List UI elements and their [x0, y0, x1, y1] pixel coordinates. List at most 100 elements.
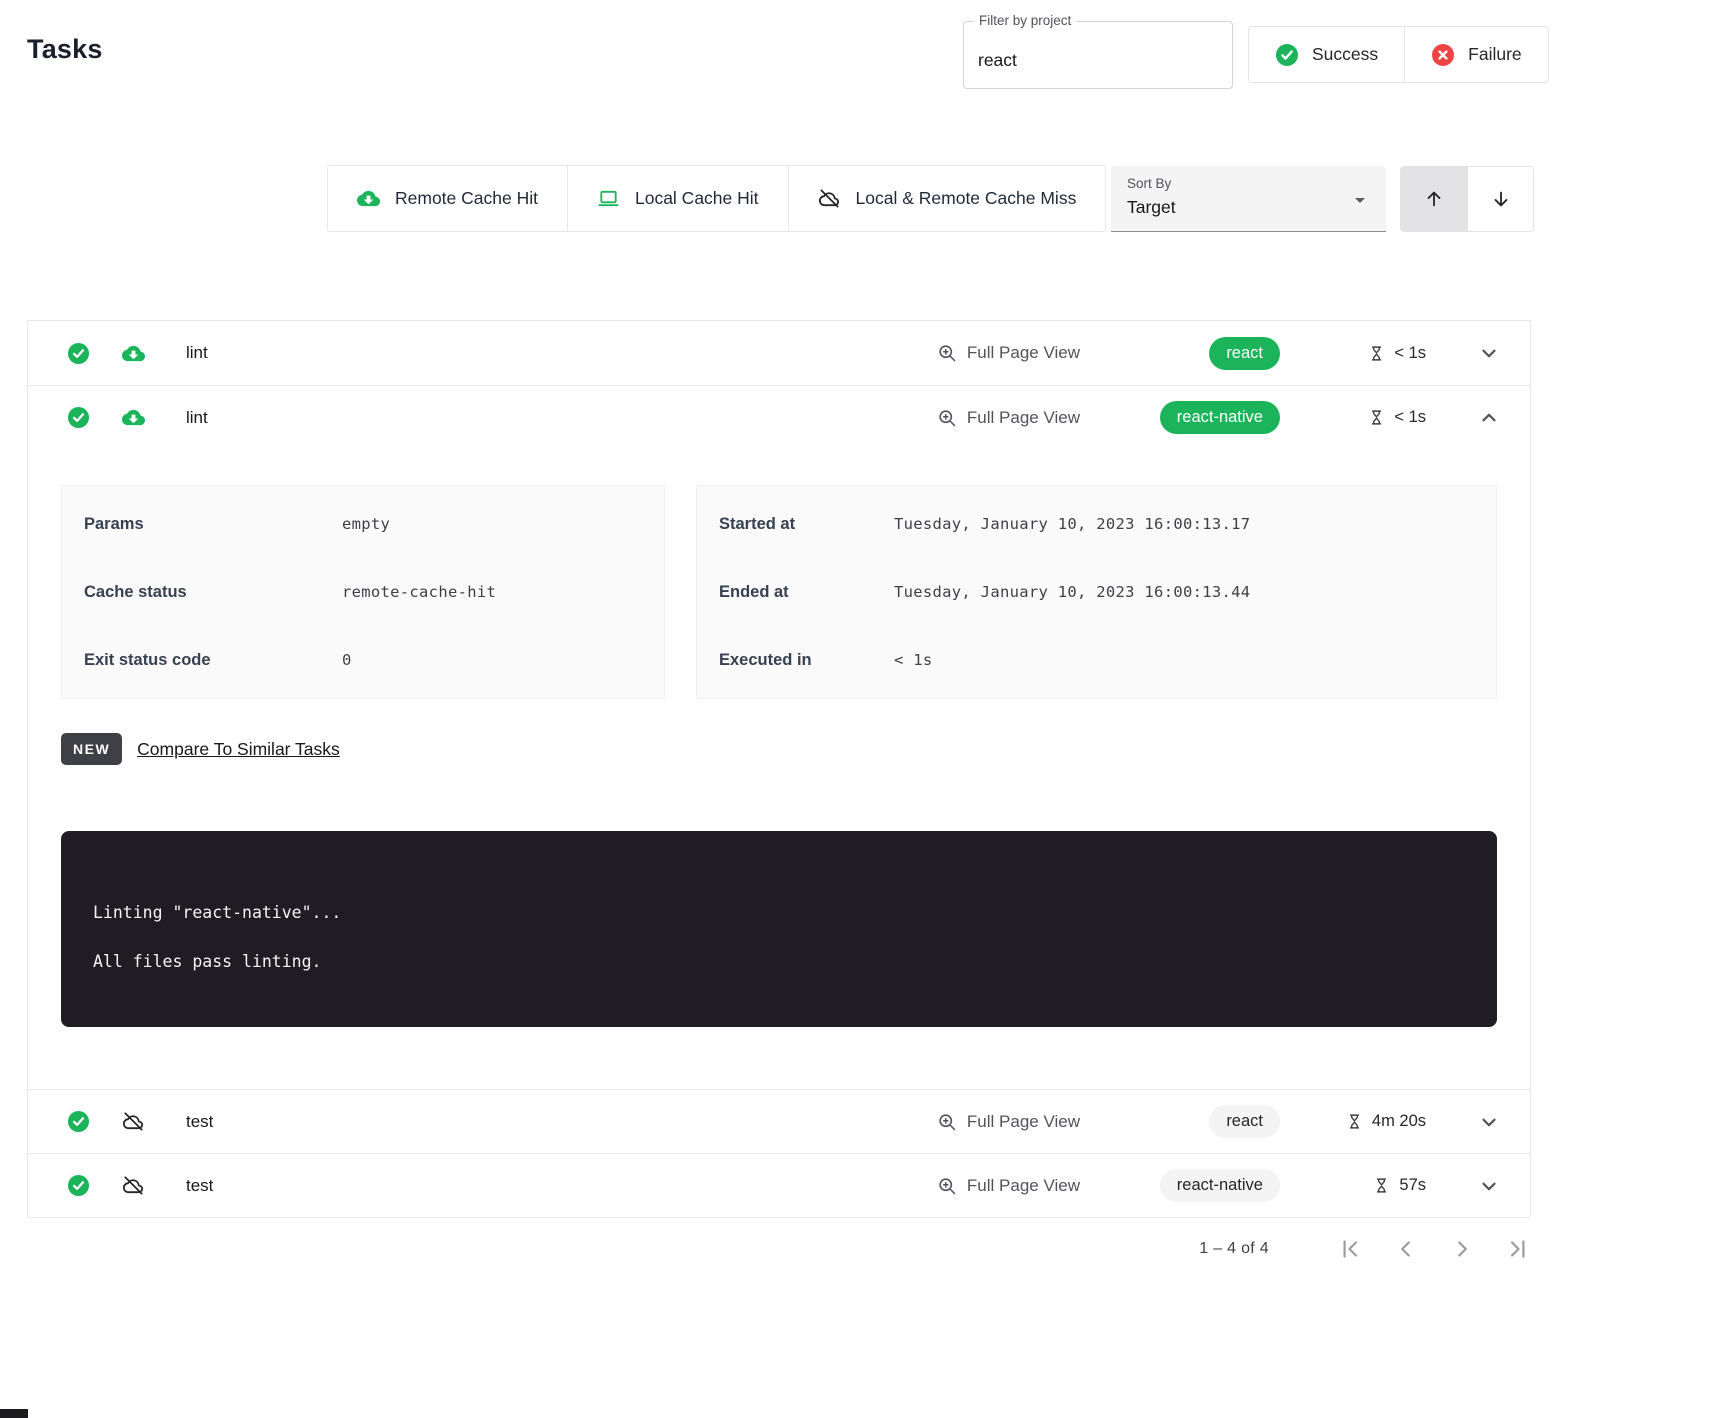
task-target-label: lint: [186, 408, 208, 428]
cache-miss-filter-button[interactable]: Local & Remote Cache Miss: [788, 166, 1106, 231]
task-target-label: test: [186, 1112, 213, 1132]
task-timing-panel: Started at Tuesday, January 10, 2023 16:…: [696, 485, 1497, 699]
arrow-up-icon: [1423, 188, 1445, 210]
sort-by-label: Sort By: [1127, 176, 1171, 191]
cloud-off-icon: [122, 1174, 145, 1197]
full-page-view-link[interactable]: Full Page View: [937, 408, 1080, 428]
task-duration: < 1s: [1298, 344, 1426, 363]
task-row-test-react: test Full Page View react 4m 20s: [28, 1089, 1530, 1153]
full-page-view-link[interactable]: Full Page View: [937, 1112, 1080, 1132]
project-badge: react-native: [1160, 1169, 1280, 1202]
project-filter-field: Filter by project: [963, 21, 1233, 89]
chevron-up-icon[interactable]: [1478, 407, 1500, 429]
new-badge: NEW: [61, 733, 122, 765]
project-filter-label: Filter by project: [974, 13, 1076, 28]
terminal-line: Linting "react-native"...: [93, 903, 1477, 922]
cloud-arrow-down-icon: [122, 406, 145, 429]
remote-cache-hit-label: Remote Cache Hit: [395, 188, 538, 209]
pagination: 1 – 4 of 4: [27, 1226, 1533, 1272]
zoom-in-icon: [937, 1176, 957, 1196]
full-page-view-label: Full Page View: [967, 343, 1080, 363]
check-circle-icon: [1275, 43, 1299, 67]
local-cache-hit-label: Local Cache Hit: [635, 188, 759, 209]
task-duration: < 1s: [1298, 408, 1426, 427]
chevron-down-icon[interactable]: [1478, 1175, 1500, 1197]
chevron-down-icon[interactable]: [1478, 1111, 1500, 1133]
failure-filter-label: Failure: [1468, 44, 1522, 65]
task-list: lint Full Page View react < 1s: [27, 320, 1531, 1218]
task-row-test-react-native: test Full Page View react-native 57s: [28, 1153, 1530, 1217]
check-circle-icon: [67, 342, 90, 365]
task-duration-label: < 1s: [1394, 344, 1426, 363]
laptop-icon: [597, 187, 620, 210]
remote-cache-hit-filter-button[interactable]: Remote Cache Hit: [328, 166, 567, 231]
ended-at-value: Tuesday, January 10, 2023 16:00:13.44: [894, 583, 1250, 601]
success-filter-button[interactable]: Success: [1249, 27, 1404, 82]
pagination-range: 1 – 4 of 4: [1199, 1240, 1269, 1258]
sort-by-select[interactable]: Sort By Target: [1111, 166, 1386, 232]
recording-progress-artifact: [0, 1409, 28, 1418]
page-title: Tasks: [27, 34, 103, 65]
task-row-header[interactable]: lint Full Page View react < 1s: [28, 321, 1530, 385]
terminal-line: All files pass linting.: [93, 952, 1477, 971]
caret-down-icon: [1348, 188, 1372, 212]
zoom-in-icon: [937, 1112, 957, 1132]
task-details: Params empty Cache status remote-cache-h…: [28, 485, 1530, 1089]
executed-in-label: Executed in: [719, 651, 894, 670]
terminal-output: Linting "react-native"... All files pass…: [61, 831, 1497, 1027]
task-row-header[interactable]: test Full Page View react 4m 20s: [28, 1089, 1530, 1153]
project-badge: react: [1209, 337, 1280, 370]
hourglass-icon: [1373, 1177, 1390, 1194]
first-page-icon[interactable]: [1335, 1234, 1365, 1264]
failure-filter-button[interactable]: Failure: [1404, 27, 1548, 82]
started-at-label: Started at: [719, 515, 894, 534]
task-target-label: test: [186, 1176, 213, 1196]
full-page-view-label: Full Page View: [967, 1176, 1080, 1196]
chevron-down-icon[interactable]: [1478, 342, 1500, 364]
task-duration-label: 57s: [1399, 1176, 1426, 1195]
exit-status-code-label: Exit status code: [84, 651, 342, 670]
task-row-header[interactable]: lint Full Page View react-native < 1s: [28, 385, 1530, 449]
task-duration: 57s: [1298, 1176, 1426, 1195]
x-circle-icon: [1431, 43, 1455, 67]
task-params-panel: Params empty Cache status remote-cache-h…: [61, 485, 665, 699]
full-page-view-label: Full Page View: [967, 1112, 1080, 1132]
sort-ascending-button[interactable]: [1401, 167, 1467, 231]
chevron-left-icon[interactable]: [1391, 1234, 1421, 1264]
params-label: Params: [84, 515, 342, 534]
executed-in-value: < 1s: [894, 651, 933, 669]
full-page-view-link[interactable]: Full Page View: [937, 1176, 1080, 1196]
project-filter-input[interactable]: [970, 46, 1220, 75]
task-row-header[interactable]: test Full Page View react-native 57s: [28, 1153, 1530, 1217]
task-duration-label: 4m 20s: [1372, 1112, 1426, 1131]
last-page-icon[interactable]: [1503, 1234, 1533, 1264]
cache-status-value: remote-cache-hit: [342, 583, 496, 601]
project-badge: react: [1209, 1105, 1280, 1138]
hourglass-icon: [1346, 1113, 1363, 1130]
zoom-in-icon: [937, 408, 957, 428]
ended-at-label: Ended at: [719, 583, 894, 602]
project-badge: react-native: [1160, 401, 1280, 434]
check-circle-icon: [67, 1110, 90, 1133]
task-row-lint-react: lint Full Page View react < 1s: [28, 321, 1530, 385]
check-circle-icon: [67, 406, 90, 429]
started-at-value: Tuesday, January 10, 2023 16:00:13.17: [894, 515, 1250, 533]
cache-filter-group: Remote Cache Hit Local Cache Hit Local &…: [327, 165, 1106, 232]
cloud-arrow-down-icon: [357, 187, 380, 210]
chevron-right-icon[interactable]: [1447, 1234, 1477, 1264]
cache-miss-label: Local & Remote Cache Miss: [856, 188, 1077, 209]
task-target-label: lint: [186, 343, 208, 363]
params-value: empty: [342, 515, 390, 533]
zoom-in-icon: [937, 343, 957, 363]
sort-by-value: Target: [1127, 197, 1176, 218]
compare-to-similar-tasks-link[interactable]: Compare To Similar Tasks: [137, 739, 340, 760]
task-row-lint-react-native: lint Full Page View react-native < 1s: [28, 385, 1530, 1089]
sort-descending-button[interactable]: [1467, 167, 1533, 231]
full-page-view-link[interactable]: Full Page View: [937, 343, 1080, 363]
local-cache-hit-filter-button[interactable]: Local Cache Hit: [567, 166, 788, 231]
sort-direction-group: [1400, 166, 1534, 232]
full-page-view-label: Full Page View: [967, 408, 1080, 428]
arrow-down-icon: [1490, 188, 1512, 210]
cloud-off-icon: [122, 1110, 145, 1133]
task-duration-label: < 1s: [1394, 408, 1426, 427]
